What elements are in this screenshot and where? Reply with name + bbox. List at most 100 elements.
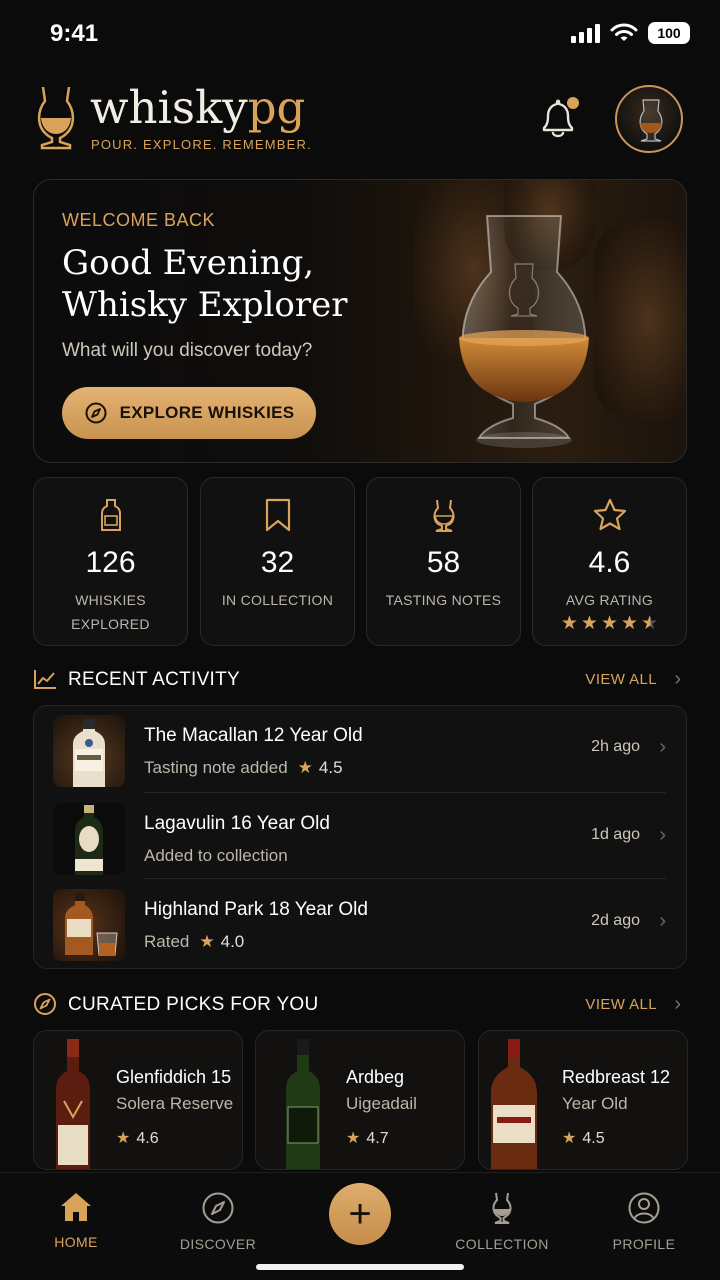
pick-rating: ★ 4.7 — [346, 1130, 389, 1147]
activity-time: 1d ago — [591, 826, 640, 843]
status-time: 9:41 — [50, 20, 99, 47]
nav-home[interactable]: HOME — [16, 1191, 136, 1250]
activity-row-highland-park[interactable]: Highland Park 18 Year Old Rated ★ 4.0 2d a… — [34, 880, 688, 966]
activity-meta: Rated ★ 4.0 — [144, 932, 245, 951]
stat-label: WHISKIES EXPLORED — [71, 592, 150, 632]
stat-value: 32 — [260, 546, 295, 579]
pick-card-glenfiddich[interactable]: Glenfiddich 15 Solera Reserve ★ 4.6 — [33, 1030, 243, 1170]
recent-activity-list: The Macallan 12 Year Old Tasting note ad… — [33, 705, 687, 969]
pick-card-redbreast[interactable]: Redbreast 12 Year Old ★ 4.5 — [478, 1030, 688, 1170]
view-all-picks-link[interactable]: VIEW ALL — [585, 996, 657, 1013]
activity-time: 2d ago — [591, 912, 640, 929]
redbreast-bottle-image — [491, 1039, 537, 1169]
wifi-icon — [610, 23, 638, 41]
star-icon: ★ — [116, 1130, 131, 1147]
stat-card-in-collection[interactable]: 32 IN COLLECTION — [200, 477, 355, 646]
macallan-bottle-thumbnail — [53, 715, 125, 787]
nav-profile[interactable]: PROFILE — [584, 1191, 704, 1252]
home-indicator — [256, 1264, 464, 1270]
nav-discover[interactable]: DISCOVER — [158, 1191, 278, 1252]
user-icon — [628, 1192, 660, 1224]
pick-subtitle: Solera Reserve — [116, 1094, 234, 1113]
stat-label: AVG RATING — [565, 592, 654, 608]
pick-subtitle: Year Old — [562, 1094, 628, 1113]
nav-label: HOME — [54, 1234, 98, 1250]
activity-row-macallan[interactable]: The Macallan 12 Year Old Tasting note ad… — [34, 706, 688, 792]
activity-meta: Tasting note added ★ 4.5 — [144, 758, 343, 777]
star-full-icon: ★ — [600, 613, 619, 634]
compass-icon — [202, 1192, 234, 1224]
pick-subtitle: Uigeadail — [346, 1094, 417, 1113]
pick-card-ardbeg[interactable]: Ardbeg Uigeadail ★ 4.7 — [255, 1030, 465, 1170]
row-divider — [144, 878, 666, 879]
star-icon: ★ — [297, 758, 313, 777]
chevron-right-icon: › — [659, 910, 666, 932]
glass-icon — [433, 499, 454, 532]
hero-greeting: Good Evening, Whisky Explorer — [62, 243, 348, 325]
row-divider — [144, 792, 666, 793]
stat-value: 126 — [85, 546, 136, 579]
chevron-right-icon: › — [659, 736, 666, 758]
home-icon — [61, 1193, 91, 1221]
chevron-right-icon[interactable]: › — [674, 668, 681, 691]
glenfiddich-bottle-image — [56, 1039, 90, 1169]
hero-eyebrow: WELCOME BACK — [62, 210, 216, 230]
star-icon: ★ — [199, 932, 215, 951]
plus-icon: + — [348, 1192, 372, 1236]
profile-avatar[interactable] — [615, 85, 683, 153]
pick-rating: ★ 4.5 — [562, 1130, 605, 1147]
add-button[interactable]: + — [329, 1183, 391, 1245]
explore-whiskies-button[interactable]: EXPLORE WHISKIES — [62, 387, 316, 439]
nav-label: PROFILE — [612, 1236, 676, 1252]
section-title: CURATED PICKS FOR YOU — [68, 994, 319, 1015]
star-full-icon: ★ — [580, 613, 598, 634]
bottle-icon — [100, 499, 121, 531]
status-bar: 9:41 100 — [0, 0, 720, 68]
curated-picks-header: CURATED PICKS FOR YOU VIEW ALL › — [33, 992, 687, 1022]
stat-card-tasting-notes[interactable]: 58 TASTING NOTES — [366, 477, 521, 646]
lagavulin-bottle-thumbnail — [53, 803, 125, 875]
chevron-right-icon[interactable]: › — [674, 993, 681, 1016]
stat-card-avg-rating[interactable]: 4.6 AVG RATING ★ ★ ★ ★ ★ — [532, 477, 687, 646]
activity-time: 2h ago — [591, 738, 640, 755]
view-all-activity-link[interactable]: VIEW ALL — [585, 671, 657, 688]
pick-rating: ★ 4.6 — [116, 1130, 159, 1147]
activity-name: Lagavulin 16 Year Old — [144, 813, 330, 834]
star-full-icon: ★ — [621, 613, 639, 634]
activity-name: The Macallan 12 Year Old — [144, 725, 363, 746]
section-title: RECENT ACTIVITY — [68, 669, 241, 690]
pick-name: Ardbeg — [346, 1067, 405, 1087]
bookmark-icon — [265, 498, 290, 532]
activity-meta: Added to collection — [144, 846, 288, 865]
notifications-button[interactable] — [536, 96, 580, 142]
stat-label: IN COLLECTION — [221, 592, 334, 608]
star-half-icon: ★ — [641, 613, 659, 634]
pick-name: Glenfiddich 15 — [116, 1067, 232, 1087]
star-full-icon: ★ — [560, 613, 578, 634]
ardbeg-bottle-image — [286, 1039, 320, 1169]
activity-row-lagavulin[interactable]: Lagavulin 16 Year Old Added to collectio… — [34, 794, 688, 880]
glass-icon — [492, 1192, 512, 1224]
explore-whiskies-label: EXPLORE WHISKIES — [119, 403, 295, 422]
chevron-right-icon: › — [659, 824, 666, 846]
recent-activity-header: RECENT ACTIVITY VIEW ALL › — [33, 667, 687, 697]
bell-icon — [542, 97, 579, 138]
activity-rating: 4.0 — [220, 932, 245, 951]
stat-value: 58 — [426, 546, 461, 579]
glencairn-logo-icon — [37, 86, 75, 150]
welcome-hero-card: WELCOME BACK Good Evening, Whisky Explor… — [33, 179, 687, 463]
battery-icon: 100 — [648, 22, 690, 44]
avatar-glass-icon — [639, 99, 663, 142]
trend-chart-icon — [34, 670, 56, 689]
hero-subtitle: What will you discover today? — [62, 340, 313, 361]
brand-tagline: POUR. EXPLORE. REMEMBER. — [91, 137, 312, 152]
stat-card-whiskies-explored[interactable]: 126 WHISKIES EXPLORED — [33, 477, 188, 646]
activity-name: Highland Park 18 Year Old — [144, 899, 368, 920]
nav-label: COLLECTION — [455, 1236, 549, 1252]
nav-label: DISCOVER — [179, 1236, 257, 1252]
compass-icon — [85, 402, 107, 424]
nav-collection[interactable]: COLLECTION — [442, 1191, 562, 1252]
star-icon: ★ — [346, 1130, 361, 1147]
highland-park-bottle-thumbnail — [53, 889, 125, 961]
stat-value: 4.6 — [588, 546, 631, 579]
